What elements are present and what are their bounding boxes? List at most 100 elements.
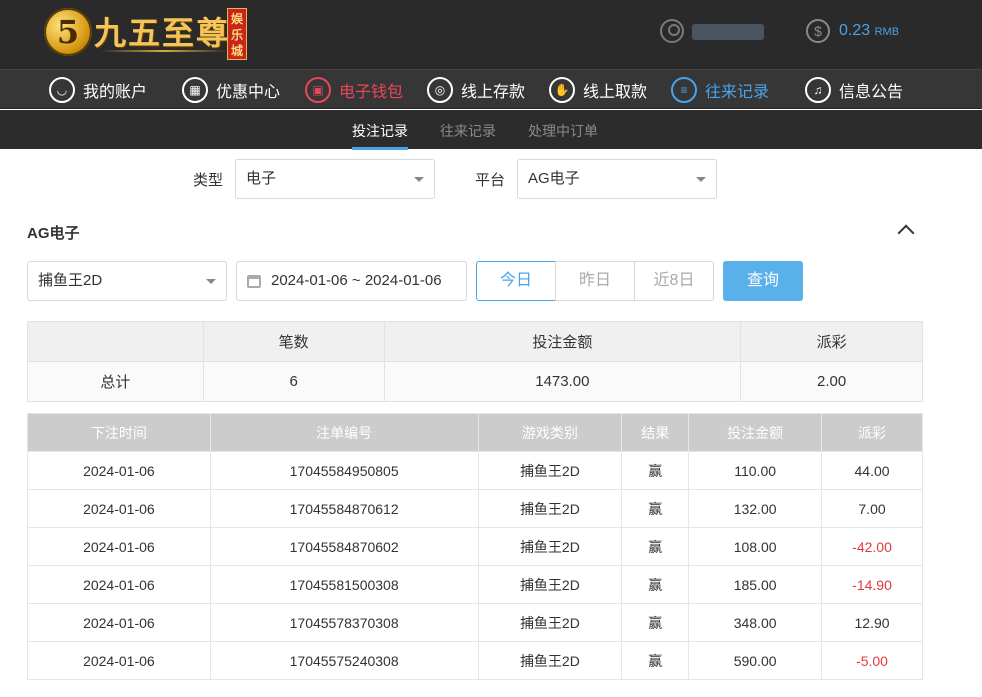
game-select[interactable]: 捕鱼王2D	[27, 261, 227, 301]
type-select-value: 电子	[246, 170, 277, 187]
yesterday-button[interactable]: 昨日	[555, 261, 635, 301]
column-header: 结果	[621, 413, 690, 452]
table-row: 2024-01-06 17045584870612 捕鱼王2D 赢 132.00 7.00	[27, 489, 923, 528]
table-cell: 捕鱼王2D	[477, 527, 623, 566]
table-cell: 2024-01-06	[27, 527, 211, 566]
today-button[interactable]: 今日	[476, 261, 556, 301]
top-header: 5 九五至尊 娱乐城 $ 0.23 RMB	[0, 0, 982, 69]
table-row: 2024-01-06 17045584870602 捕鱼王2D 赢 108.00 -42.…	[27, 527, 923, 566]
summary-header-row: 笔数 投注金额 派彩	[27, 321, 923, 362]
dollar-icon: $	[806, 19, 830, 43]
nav-withdraw[interactable]: ✋ 线上取款	[549, 76, 647, 104]
logo-coin-icon: 5	[44, 8, 92, 56]
bell-icon: ♫	[805, 77, 831, 103]
table-cell: 2024-01-06	[27, 489, 211, 528]
collapse-chevron-up-icon[interactable]	[896, 222, 916, 238]
nav-announcements[interactable]: ♫ 信息公告	[805, 76, 903, 104]
table-cell: 捕鱼王2D	[477, 565, 623, 604]
column-header: 投注金额	[688, 413, 823, 452]
type-select[interactable]: 电子	[235, 159, 435, 199]
tab-pending-orders[interactable]: 处理中订单	[528, 121, 598, 141]
table-cell: 赢	[621, 603, 690, 642]
table-cell: 7.00	[821, 489, 923, 528]
table-cell: 赢	[621, 565, 690, 604]
table-cell: 17045575240308	[209, 641, 479, 680]
table-cell: 185.00	[688, 565, 823, 604]
platform-label: 平台	[475, 172, 506, 189]
nav-e-wallet[interactable]: ▣ 电子钱包	[305, 76, 403, 104]
table-cell: 捕鱼王2D	[477, 489, 623, 528]
table-cell: 2024-01-06	[27, 451, 211, 490]
records-icon: ≡	[671, 77, 697, 103]
table-cell: 赢	[621, 489, 690, 528]
type-label: 类型	[193, 172, 224, 189]
tab-bet-records[interactable]: 投注记录	[352, 121, 408, 150]
column-header: 注单编号	[209, 413, 479, 452]
table-cell: 赢	[621, 641, 690, 680]
table-cell: 132.00	[688, 489, 823, 528]
table-cell: 17045584870612	[209, 489, 479, 528]
nav-my-account[interactable]: ◡ 我的账户	[49, 76, 147, 104]
user-icon: ◡	[49, 77, 75, 103]
table-cell: 348.00	[688, 603, 823, 642]
summary-cell: 1473.00	[383, 361, 742, 402]
summary-cell: 2.00	[740, 361, 923, 402]
platform-select[interactable]: AG电子	[517, 159, 717, 199]
avatar-icon	[660, 19, 684, 43]
section-title: AG电子	[27, 225, 80, 242]
site-logo[interactable]: 5 九五至尊 娱乐城	[44, 6, 250, 62]
summary-cell: 6	[202, 361, 385, 402]
table-cell: 17045584870602	[209, 527, 479, 566]
nav-transaction-records[interactable]: ≡ 往来记录	[671, 76, 769, 104]
nav-promotions[interactable]: ▦ 优惠中心	[182, 76, 280, 104]
table-row: 2024-01-06 17045581500308 捕鱼王2D 赢 185.00 -14.…	[27, 565, 923, 604]
table-header-row: 下注时间 注单编号 游戏类别 结果 投注金额 派彩	[27, 413, 923, 452]
logo-name: 九五至尊	[94, 14, 231, 52]
table-cell: 2024-01-06	[27, 565, 211, 604]
nav-label: 信息公告	[839, 84, 904, 101]
summary-total-row: 总计 6 1473.00 2.00	[27, 361, 923, 402]
deposit-icon: ◎	[427, 77, 453, 103]
table-row: 2024-01-06 17045584950805 捕鱼王2D 赢 110.00 44.0…	[27, 451, 923, 490]
summary-cell: 总计	[27, 361, 204, 402]
table-cell: 17045578370308	[209, 603, 479, 642]
table-cell: 12.90	[821, 603, 923, 642]
calendar-icon	[247, 275, 261, 288]
table-cell: 捕鱼王2D	[477, 603, 623, 642]
nav-label: 优惠中心	[216, 84, 281, 101]
last-8-days-button[interactable]: 近8日	[634, 261, 714, 301]
nav-label: 电子钱包	[339, 84, 404, 101]
column-header: 游戏类别	[477, 413, 623, 452]
table-cell: 赢	[621, 451, 690, 490]
gift-icon: ▦	[182, 77, 208, 103]
table-cell: 捕鱼王2D	[477, 451, 623, 490]
table-cell: 17045584950805	[209, 451, 479, 490]
nav-label: 往来记录	[705, 84, 770, 101]
platform-select-value: AG电子	[528, 170, 580, 187]
query-button[interactable]: 查询	[723, 261, 803, 301]
user-account[interactable]	[660, 19, 770, 45]
summary-table: 笔数 投注金额 派彩 总计 6 1473.00 2.00	[27, 321, 923, 402]
table-cell: 赢	[621, 527, 690, 566]
table-cell: 110.00	[688, 451, 823, 490]
chevron-down-icon	[696, 177, 706, 182]
nav-deposit[interactable]: ◎ 线上存款	[427, 76, 525, 104]
balance-amount: 0.23 RMB	[839, 22, 900, 39]
table-cell: 108.00	[688, 527, 823, 566]
chevron-down-icon	[206, 279, 216, 284]
nav-label: 线上取款	[583, 84, 648, 101]
withdraw-icon: ✋	[549, 77, 575, 103]
table-cell: -5.00	[821, 641, 923, 680]
table-cell: 2024-01-06	[27, 603, 211, 642]
summary-header: 笔数	[202, 321, 385, 362]
nav-label: 我的账户	[83, 84, 148, 101]
date-range-input[interactable]: 2024-01-06 ~ 2024-01-06	[236, 261, 467, 301]
username-redacted	[692, 24, 764, 40]
table-cell: 2024-01-06	[27, 641, 211, 680]
game-select-value: 捕鱼王2D	[38, 272, 103, 289]
tab-transaction-records[interactable]: 往来记录	[440, 121, 496, 141]
logo-seal: 娱乐城	[227, 8, 247, 60]
summary-header	[27, 321, 204, 362]
wallet-icon: ▣	[305, 77, 331, 103]
table-cell: 44.00	[821, 451, 923, 490]
